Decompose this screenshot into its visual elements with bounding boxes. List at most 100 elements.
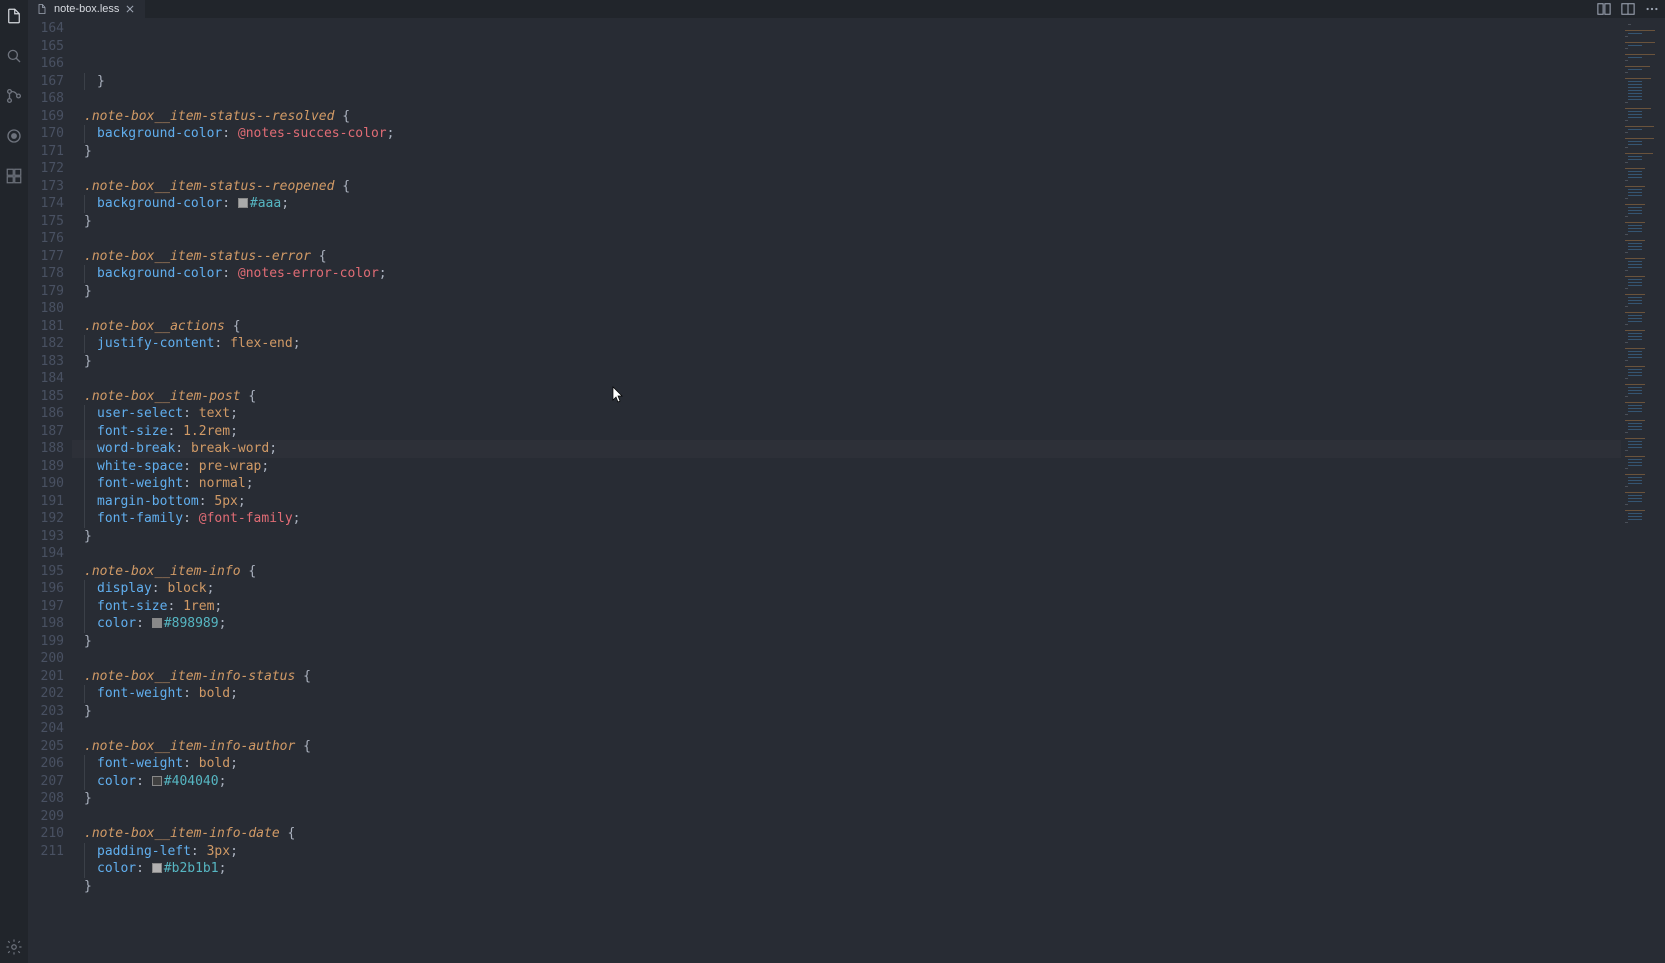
code-line[interactable]: .note-box__item-status--resolved { [72, 108, 1621, 126]
code-line[interactable]: color: #b2b1b1; [72, 860, 1621, 878]
minimap-line [1628, 300, 1642, 301]
minimap-line [1625, 36, 1628, 37]
code-line[interactable]: } [72, 633, 1621, 651]
code-line[interactable]: } [72, 283, 1621, 301]
code-line[interactable]: font-weight: normal; [72, 475, 1621, 493]
code-editor[interactable]: }.note-box__item-status--resolved {backg… [72, 18, 1621, 963]
code-line[interactable]: margin-bottom: 5px; [72, 493, 1621, 511]
minimap-line [1628, 321, 1642, 322]
minimap-line [1625, 450, 1628, 451]
minimap-line [1628, 69, 1642, 70]
code-line[interactable] [72, 650, 1621, 668]
split-editor-icon[interactable] [1621, 2, 1635, 16]
code-line[interactable]: user-select: text; [72, 405, 1621, 423]
search-icon[interactable] [0, 44, 28, 68]
minimap-line [1628, 282, 1642, 283]
explorer-icon[interactable] [0, 4, 28, 28]
minimap-line [1625, 306, 1628, 307]
file-icon [36, 3, 48, 15]
code-line[interactable]: } [72, 790, 1621, 808]
tab-note-box-less[interactable]: note-box.less [28, 0, 145, 18]
code-line[interactable] [72, 160, 1621, 178]
code-line[interactable]: word-break: break-word; [72, 440, 1621, 458]
code-line[interactable]: white-space: pre-wrap; [72, 458, 1621, 476]
code-line[interactable]: } [72, 878, 1621, 896]
minimap-line [1625, 216, 1628, 217]
minimap-line [1625, 324, 1628, 325]
code-line[interactable]: .note-box__item-status--error { [72, 248, 1621, 266]
minimap-line [1625, 384, 1645, 385]
minimap-line [1628, 84, 1642, 85]
more-actions-icon[interactable] [1645, 2, 1659, 16]
code-line[interactable]: background-color: @notes-succes-color; [72, 125, 1621, 143]
code-line[interactable] [72, 545, 1621, 563]
minimap-line [1625, 42, 1655, 43]
minimap-line [1625, 222, 1645, 223]
debug-icon[interactable] [0, 124, 28, 148]
line-number: 210 [28, 825, 64, 843]
line-number: 191 [28, 493, 64, 511]
extensions-icon[interactable] [0, 164, 28, 188]
code-line[interactable]: } [72, 528, 1621, 546]
code-line[interactable] [72, 895, 1621, 913]
minimap-line [1625, 72, 1628, 73]
minimap-line [1625, 342, 1628, 343]
code-line[interactable]: color: #404040; [72, 773, 1621, 791]
code-line[interactable]: .note-box__item-post { [72, 388, 1621, 406]
code-line[interactable]: padding-left: 3px; [72, 843, 1621, 861]
minimap-line [1625, 120, 1628, 121]
code-line[interactable]: .note-box__item-info-date { [72, 825, 1621, 843]
code-line[interactable]: .note-box__item-info-author { [72, 738, 1621, 756]
code-line[interactable]: font-weight: bold; [72, 755, 1621, 773]
code-line[interactable]: } [72, 143, 1621, 161]
minimap-line [1628, 297, 1642, 298]
minimap-line [1628, 231, 1642, 232]
minimap-line [1628, 111, 1642, 112]
code-line[interactable]: } [72, 353, 1621, 371]
line-number: 181 [28, 318, 64, 336]
minimap-line [1628, 390, 1642, 391]
code-line[interactable] [72, 720, 1621, 738]
close-icon[interactable] [125, 4, 135, 14]
code-line[interactable]: .note-box__item-status--reopened { [72, 178, 1621, 196]
compare-icon[interactable] [1597, 2, 1611, 16]
minimap-line [1628, 246, 1642, 247]
code-line[interactable] [72, 300, 1621, 318]
code-line[interactable]: .note-box__actions { [72, 318, 1621, 336]
minimap-line [1625, 396, 1628, 397]
code-line[interactable]: font-family: @font-family; [72, 510, 1621, 528]
line-number: 203 [28, 703, 64, 721]
code-line[interactable]: display: block; [72, 580, 1621, 598]
settings-gear-icon[interactable] [0, 935, 28, 959]
line-number: 190 [28, 475, 64, 493]
source-control-icon[interactable] [0, 84, 28, 108]
minimap-line [1628, 243, 1642, 244]
code-line[interactable]: font-size: 1.2rem; [72, 423, 1621, 441]
tab-filename: note-box.less [54, 3, 119, 15]
code-line[interactable] [72, 90, 1621, 108]
code-line[interactable] [72, 230, 1621, 248]
minimap-line [1628, 267, 1642, 268]
code-line[interactable]: justify-content: flex-end; [72, 335, 1621, 353]
code-line[interactable]: } [72, 73, 1621, 91]
code-line[interactable]: } [72, 703, 1621, 721]
code-line[interactable] [72, 370, 1621, 388]
code-line[interactable] [72, 808, 1621, 826]
line-number: 189 [28, 458, 64, 476]
minimap-line [1628, 477, 1642, 478]
minimap-line [1628, 96, 1642, 97]
code-line[interactable]: font-weight: bold; [72, 685, 1621, 703]
code-line[interactable]: background-color: @notes-error-color; [72, 265, 1621, 283]
line-number-gutter[interactable]: 1641651661671681691701711721731741751761… [28, 18, 72, 963]
code-line[interactable]: font-size: 1rem; [72, 598, 1621, 616]
code-line[interactable]: .note-box__item-info { [72, 563, 1621, 581]
minimap-line [1628, 114, 1642, 115]
code-line[interactable]: background-color: #aaa; [72, 195, 1621, 213]
minimap-line [1625, 294, 1645, 295]
code-line[interactable]: .note-box__item-info-status { [72, 668, 1621, 686]
minimap-line [1625, 186, 1645, 187]
code-line[interactable]: color: #898989; [72, 615, 1621, 633]
minimap-line [1625, 270, 1628, 271]
code-line[interactable]: } [72, 213, 1621, 231]
minimap[interactable] [1621, 18, 1665, 963]
